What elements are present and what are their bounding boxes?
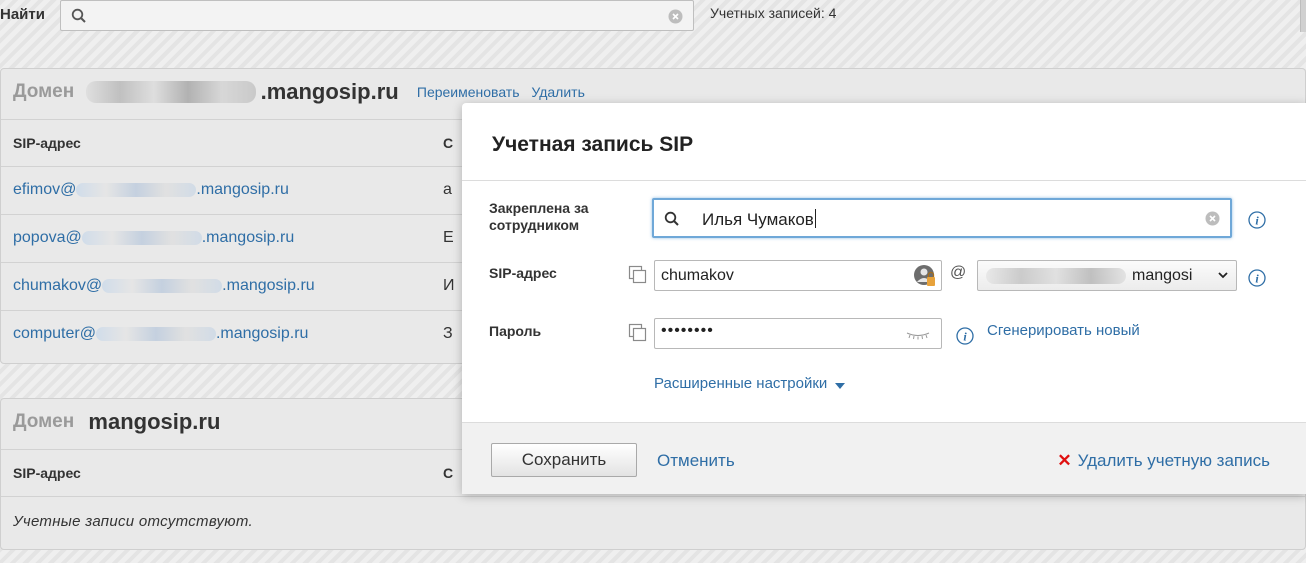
find-label: Найти	[0, 6, 45, 23]
accounts-count: Учетных записей: 4	[710, 5, 837, 21]
search-icon	[664, 211, 679, 226]
sip-address-link[interactable]: computer@ .mangosip.ru	[13, 325, 308, 343]
domain-word: Домен	[13, 81, 75, 102]
sip-value: chumakov	[661, 267, 734, 284]
col-sip-address: SIP-адрес	[13, 135, 81, 151]
domain-name: .mangosip.ru	[260, 79, 399, 104]
info-icon[interactable]: i	[1248, 211, 1266, 229]
row-employee: З	[443, 325, 453, 342]
copy-icon[interactable]	[628, 265, 648, 285]
svg-text:i: i	[963, 330, 967, 344]
rename-domain-link[interactable]: Переименовать	[417, 84, 520, 100]
domain-word: Домен	[13, 411, 75, 432]
dialog-title: Учетная запись SIP	[492, 133, 694, 156]
triangle-down-icon	[835, 383, 846, 389]
info-icon[interactable]: i	[956, 327, 974, 345]
sip-address-link[interactable]: chumakov@ .mangosip.ru	[13, 277, 315, 295]
cancel-link[interactable]: Отменить	[657, 451, 735, 471]
search-icon	[71, 8, 86, 23]
domain-name: mangosip.ru	[88, 409, 221, 434]
at-sign: @	[950, 264, 967, 281]
clear-field-icon[interactable]	[1205, 211, 1220, 226]
redacted-domain-prefix	[86, 81, 257, 103]
chevron-down-icon	[1218, 272, 1228, 279]
advanced-settings-link[interactable]: Расширенные настройки	[654, 375, 846, 392]
info-icon[interactable]: i	[1248, 269, 1266, 287]
col-employee: С	[443, 465, 454, 481]
empty-message: Учетные записи отсутствуют.	[13, 513, 253, 530]
scroll-edge	[1300, 0, 1306, 32]
search-input[interactable]	[60, 0, 694, 31]
delete-x-icon: ✕	[1057, 451, 1072, 470]
domain-header: Домен mangosip.ru	[13, 409, 220, 439]
redacted-domain	[986, 268, 1126, 284]
domain-select-value: mangosi	[1132, 267, 1193, 284]
generate-password-link[interactable]: Сгенерировать новый	[987, 322, 1140, 339]
dialog-body: Закреплена за сотрудником Илья Чумаков i…	[462, 180, 1306, 422]
svg-text:i: i	[1255, 214, 1259, 228]
sip-address-link[interactable]: popova@ .mangosip.ru	[13, 229, 294, 247]
copy-icon[interactable]	[628, 323, 648, 343]
save-button[interactable]: Сохранить	[491, 443, 637, 477]
sip-address-link[interactable]: efimov@ .mangosip.ru	[13, 181, 289, 199]
sip-label: SIP-адрес	[489, 265, 557, 281]
row-employee: И	[443, 277, 455, 294]
delete-account-link[interactable]: ✕ Удалить учетную запись	[1057, 451, 1270, 471]
assigned-label: Закреплена за сотрудником	[489, 200, 589, 233]
text-caret	[814, 209, 816, 228]
contact-avatar-icon[interactable]	[913, 264, 937, 288]
row-employee: а	[443, 181, 452, 198]
row-employee: Е	[443, 229, 454, 246]
password-input[interactable]: ••••••••	[654, 318, 942, 349]
employee-value: Илья Чумаков	[702, 210, 814, 229]
domain-select[interactable]: mangosi	[977, 260, 1237, 291]
svg-text:i: i	[1255, 272, 1259, 286]
employee-search-field[interactable]: Илья Чумаков	[652, 198, 1232, 238]
col-sip-address: SIP-адрес	[13, 465, 81, 481]
sip-address-input[interactable]: chumakov	[654, 260, 942, 291]
domain-actions: Переименовать Удалить	[417, 84, 593, 100]
password-label: Пароль	[489, 323, 542, 339]
delete-domain-link[interactable]: Удалить	[531, 84, 584, 100]
dialog-footer: Сохранить Отменить ✕ Удалить учетную запи…	[462, 422, 1306, 494]
col-employee: С	[443, 135, 454, 151]
password-value: ••••••••	[661, 322, 714, 339]
clear-search-icon[interactable]	[668, 9, 683, 24]
sip-account-dialog: Учетная запись SIP Закреплена за сотрудн…	[462, 103, 1306, 494]
top-search-bar: Найти Учетных записей: 4	[0, 0, 1306, 36]
show-password-icon[interactable]	[905, 330, 931, 340]
